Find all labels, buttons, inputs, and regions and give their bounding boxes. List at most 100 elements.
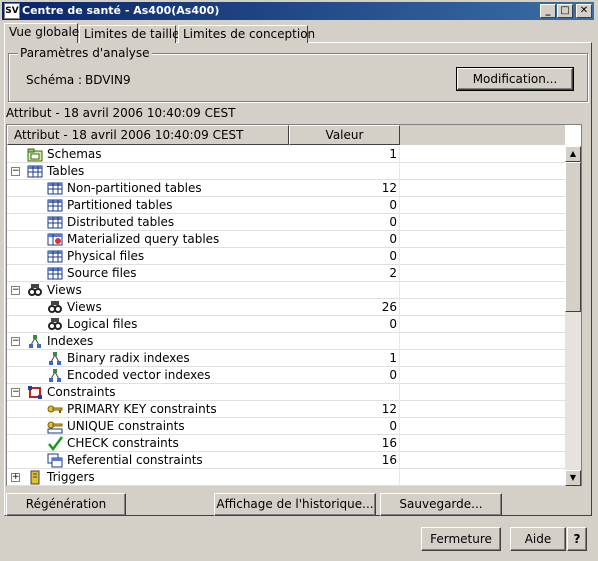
row-value: 12 xyxy=(381,181,397,195)
row-label: Views xyxy=(67,300,102,314)
checkmark-icon xyxy=(47,436,63,452)
table-icon xyxy=(47,215,63,230)
constraint-icon xyxy=(27,385,43,400)
table-row[interactable]: Physical files 0 xyxy=(7,248,565,265)
row-value: 0 xyxy=(389,232,397,246)
table-row[interactable]: Partitioned tables 0 xyxy=(7,197,565,214)
index-tree-icon xyxy=(47,351,63,366)
column-divider xyxy=(399,299,400,316)
row-value: 16 xyxy=(381,453,397,467)
table-row[interactable]: − Constraints xyxy=(7,384,565,401)
column-divider xyxy=(399,197,400,214)
index-tree-icon xyxy=(47,368,63,383)
scroll-thumb[interactable] xyxy=(565,162,581,312)
table-row[interactable]: Referential constraints 16 xyxy=(7,452,565,469)
table-row[interactable]: − Views xyxy=(7,282,565,299)
save-button[interactable]: Sauvegarde... xyxy=(380,493,502,516)
table-row[interactable]: Logical files 0 xyxy=(7,316,565,333)
table-row[interactable]: Non-partitioned tables 12 xyxy=(7,180,565,197)
column-divider xyxy=(399,384,400,401)
minimize-button[interactable]: _ xyxy=(540,4,556,18)
glasses-view-icon xyxy=(47,317,63,332)
collapse-icon[interactable]: − xyxy=(11,286,20,295)
row-label: Logical files xyxy=(67,317,138,331)
materialized-table-icon xyxy=(47,232,63,247)
table-row[interactable]: Schemas 1 xyxy=(7,146,565,163)
close-window-button[interactable]: ✕ xyxy=(576,4,592,18)
vertical-scrollbar[interactable]: ▲ ▼ xyxy=(565,146,581,486)
row-label: Tables xyxy=(47,164,85,178)
unique-key-icon xyxy=(47,419,63,434)
table-row[interactable]: Materialized query tables 0 xyxy=(7,231,565,248)
table-row[interactable]: Encoded vector indexes 0 xyxy=(7,367,565,384)
column-divider xyxy=(399,214,400,231)
row-label: Constraints xyxy=(47,385,116,399)
column-divider xyxy=(399,265,400,282)
tab-limites-de-conception[interactable]: Limites de conception xyxy=(178,25,315,43)
attribute-timestamp-label: Attribut - 18 avril 2006 10:40:09 CEST xyxy=(6,106,236,120)
row-label: Physical files xyxy=(67,249,145,263)
column-divider xyxy=(399,248,400,265)
column-divider xyxy=(399,282,400,299)
context-help-button[interactable]: ? xyxy=(567,527,587,551)
tab-vue-globale[interactable]: Vue globale xyxy=(4,23,79,43)
row-label: CHECK constraints xyxy=(67,436,179,450)
table-header: Attribut - 18 avril 2006 10:40:09 CEST V… xyxy=(7,125,565,145)
collapse-icon[interactable]: − xyxy=(11,337,20,346)
table-row[interactable]: PRIMARY KEY constraints 12 xyxy=(7,401,565,418)
history-button[interactable]: Affichage de l'historique... xyxy=(214,493,376,516)
close-button[interactable]: Fermeture xyxy=(421,527,501,551)
column-divider xyxy=(399,316,400,333)
row-value: 0 xyxy=(389,419,397,433)
row-label: Partitioned tables xyxy=(67,198,173,212)
schema-value: BDVIN9 xyxy=(85,73,131,87)
trigger-icon xyxy=(27,470,43,485)
modification-button[interactable]: Modification... xyxy=(456,67,574,91)
table-icon xyxy=(47,249,63,264)
column-divider xyxy=(399,350,400,367)
column-divider xyxy=(399,435,400,452)
glasses-view-icon xyxy=(27,283,43,298)
table-row[interactable]: Binary radix indexes 1 xyxy=(7,350,565,367)
row-value: 1 xyxy=(389,147,397,161)
table-row[interactable]: + Triggers xyxy=(7,469,565,486)
row-label: PRIMARY KEY constraints xyxy=(67,402,217,416)
table-icon xyxy=(47,198,63,213)
column-divider xyxy=(399,231,400,248)
table-row[interactable]: − Indexes xyxy=(7,333,565,350)
title-bar[interactable]: SV Centre de santé - As400(As400) _ □ ✕ xyxy=(2,2,594,20)
table-row[interactable]: Source files 2 xyxy=(7,265,565,282)
table-row[interactable]: Distributed tables 0 xyxy=(7,214,565,231)
table-row[interactable]: − Tables xyxy=(7,163,565,180)
column-header-value[interactable]: Valeur xyxy=(289,125,400,145)
row-value: 0 xyxy=(389,215,397,229)
row-label: Non-partitioned tables xyxy=(67,181,202,195)
help-button[interactable]: Aide xyxy=(510,527,566,551)
row-value: 26 xyxy=(381,300,397,314)
column-divider xyxy=(399,452,400,469)
column-header-attribute[interactable]: Attribut - 18 avril 2006 10:40:09 CEST xyxy=(7,125,289,145)
maximize-button[interactable]: □ xyxy=(557,4,573,18)
tab-limites-de-taille[interactable]: Limites de taille xyxy=(79,25,179,43)
row-label: Referential constraints xyxy=(67,453,203,467)
expand-icon[interactable]: + xyxy=(11,473,20,482)
scroll-down-arrow-icon[interactable]: ▼ xyxy=(565,470,581,486)
column-divider xyxy=(399,146,400,163)
table-row[interactable]: UNIQUE constraints 0 xyxy=(7,418,565,435)
glasses-view-icon xyxy=(47,300,63,315)
column-divider xyxy=(399,333,400,350)
scroll-up-arrow-icon[interactable]: ▲ xyxy=(565,146,581,162)
row-label: Views xyxy=(47,283,82,297)
table-row[interactable]: CHECK constraints 16 xyxy=(7,435,565,452)
row-label: Triggers xyxy=(47,470,95,484)
key-icon xyxy=(47,402,63,417)
collapse-icon[interactable]: − xyxy=(11,167,20,176)
regenerate-button[interactable]: Régénération xyxy=(6,493,126,516)
table-row[interactable]: Views 26 xyxy=(7,299,565,316)
collapse-icon[interactable]: − xyxy=(11,388,20,397)
row-label: UNIQUE constraints xyxy=(67,419,185,433)
app-icon: SV xyxy=(4,3,20,19)
column-divider xyxy=(399,180,400,197)
row-value: 0 xyxy=(389,249,397,263)
referential-icon xyxy=(47,453,63,468)
